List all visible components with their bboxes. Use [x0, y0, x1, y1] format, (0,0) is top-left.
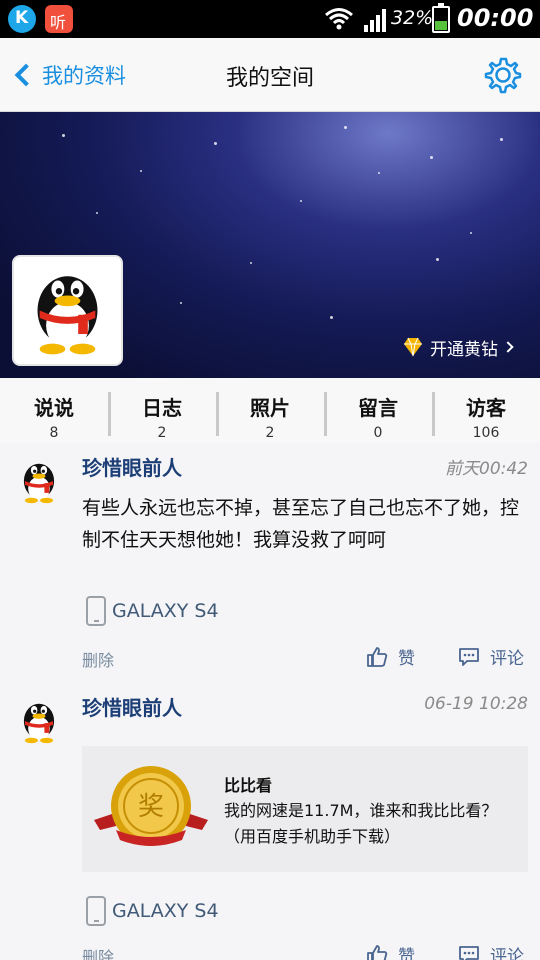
stat-photos[interactable]: 照片 2 [216, 378, 324, 442]
phone-icon [86, 596, 106, 626]
author-name[interactable]: 珍惜眼前人 [82, 692, 182, 721]
device-tag: GALAXY S4 [86, 896, 219, 926]
signal-icon [364, 9, 386, 32]
post-text: 有些人永远也忘不掉，甚至忘了自己也忘不了她，控制不住天天想他她！我算没救了呵呵 [82, 497, 520, 551]
like-button[interactable]: 赞 [366, 942, 415, 960]
listen-app-icon: 听 [45, 5, 73, 33]
feed-post: 珍惜眼前人 06-19 10:28 奖 比比看 我的网速是11.7M，谁来和我比… [0, 684, 540, 960]
comment-button[interactable]: 评论 [458, 942, 524, 960]
stat-label: 访客 [466, 396, 506, 420]
stat-count: 2 [265, 425, 275, 441]
post-time: 前天00:42 [445, 459, 528, 479]
comment-button[interactable]: 评论 [458, 644, 524, 669]
comment-label: 评论 [490, 947, 524, 960]
wifi-icon [325, 8, 353, 30]
status-bar: K 听 32% 00:00 [0, 0, 540, 38]
cover-banner[interactable]: 开通黄钻 [0, 112, 540, 378]
stat-visitors[interactable]: 访客 106 [432, 378, 540, 442]
battery-percent: 32% [391, 7, 434, 29]
device-label: GALAXY S4 [112, 900, 219, 922]
listen-app-label: 听 [50, 13, 67, 32]
like-label: 赞 [398, 947, 415, 960]
stats-bar: 说说 8 日志 2 照片 2 留言 0 访客 106 [0, 378, 540, 442]
clock: 00:00 [457, 4, 534, 32]
comment-label: 评论 [490, 649, 524, 669]
stat-count: 8 [49, 425, 59, 441]
like-label: 赞 [398, 649, 415, 669]
stat-messages[interactable]: 留言 0 [324, 378, 432, 442]
like-button[interactable]: 赞 [366, 644, 415, 669]
battery-icon [432, 3, 450, 33]
penguin-avatar-icon [37, 276, 98, 355]
stat-label: 说说 [34, 396, 74, 420]
shared-link-card[interactable]: 奖 比比看 我的网速是11.7M，谁来和我比比看？（用百度手机助手下载） [82, 746, 528, 872]
comment-icon [459, 945, 479, 960]
medal-icon: 奖 [94, 766, 208, 846]
post-time: 06-19 10:28 [424, 694, 528, 714]
stat-label: 日志 [142, 396, 182, 420]
vip-label: 开通黄钻 [430, 339, 498, 360]
vip-link[interactable]: 开通黄钻 [402, 334, 514, 360]
feed-post: 珍惜眼前人 前天00:42 有些人永远也忘不掉，甚至忘了自己也忘不了她，控制不住… [0, 442, 540, 692]
thumbs-up-icon [367, 646, 388, 667]
k-app-label: K [15, 8, 29, 28]
device-label: GALAXY S4 [112, 600, 219, 622]
nav-bar: 我的资料 我的空间 [0, 38, 540, 112]
stat-count: 106 [472, 425, 500, 441]
phone-icon [86, 896, 106, 926]
page-title: 我的空间 [225, 66, 314, 91]
device-tag: GALAXY S4 [86, 596, 219, 626]
delete-button[interactable]: 删除 [82, 647, 114, 671]
author-name[interactable]: 珍惜眼前人 [82, 452, 182, 481]
stat-blog[interactable]: 日志 2 [108, 378, 216, 442]
author-avatar[interactable] [12, 452, 66, 510]
gear-icon[interactable] [484, 56, 522, 94]
stat-shuoshuo[interactable]: 说说 8 [0, 378, 108, 442]
share-title: 比比看 [224, 776, 273, 795]
k-app-icon: K [8, 5, 36, 33]
delete-button[interactable]: 删除 [82, 944, 114, 960]
chevron-right-icon [502, 341, 514, 353]
share-description: 我的网速是11.7M，谁来和我比比看？（用百度手机助手下载） [224, 801, 498, 846]
stat-count: 0 [373, 425, 383, 441]
medal-text: 奖 [138, 792, 164, 822]
stat-count: 2 [157, 425, 167, 441]
author-avatar[interactable] [12, 692, 66, 750]
stat-label: 留言 [358, 396, 398, 420]
thumbs-up-icon [367, 944, 388, 960]
stat-label: 照片 [250, 396, 290, 420]
profile-avatar[interactable] [12, 255, 123, 366]
diamond-icon [404, 337, 422, 357]
comment-icon [459, 647, 479, 666]
